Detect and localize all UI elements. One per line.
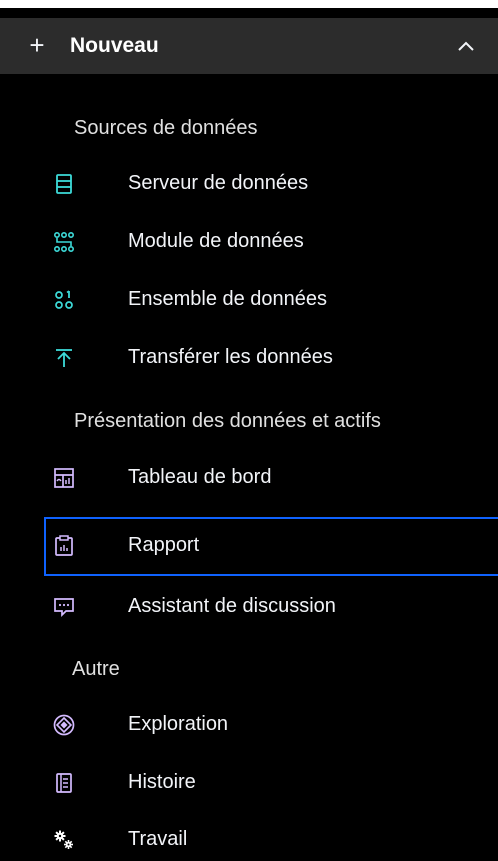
- section-heading-sources: Sources de données: [74, 117, 258, 139]
- menu-item-upload-data[interactable]: Transférer les données: [44, 329, 498, 387]
- upload-icon: [56, 349, 72, 367]
- menu-item-label: Ensemble de données: [128, 288, 328, 310]
- new-menu-title: Nouveau: [70, 34, 159, 57]
- menu-item-story[interactable]: Histoire: [44, 754, 498, 812]
- menu-item-data-module[interactable]: Module de données: [44, 213, 498, 271]
- exploration-icon: [53, 714, 75, 736]
- menu-item-label: Serveur de données: [128, 172, 309, 194]
- menu-item-dashboard[interactable]: Tableau de bord: [44, 449, 498, 507]
- menu-item-label: Histoire: [128, 771, 196, 793]
- plus-icon: +: [29, 30, 45, 60]
- story-icon: [56, 773, 72, 793]
- section-heading-other: Autre: [72, 658, 120, 680]
- dashboard-icon: [54, 468, 74, 488]
- new-menu-header[interactable]: + Nouveau: [0, 18, 498, 74]
- menu-item-report[interactable]: Rapport: [44, 517, 498, 576]
- menu-item-label: Exploration: [128, 713, 229, 735]
- menu-item-label: Rapport: [128, 534, 200, 556]
- menu-item-chat-assistant[interactable]: Assistant de discussion: [44, 578, 498, 636]
- new-menu-panel: + Nouveau Sources de données Serveur de …: [0, 8, 498, 861]
- dataset-icon: [55, 290, 73, 309]
- section-heading-presentation: Présentation des données et actifs: [74, 410, 381, 432]
- data-server-icon: [56, 174, 72, 194]
- report-icon: [55, 535, 73, 556]
- menu-item-dataset[interactable]: Ensemble de données: [44, 271, 498, 329]
- data-module-icon: [53, 231, 74, 252]
- menu-item-exploration[interactable]: Exploration: [44, 696, 498, 754]
- menu-item-label: Tableau de bord: [128, 466, 272, 488]
- chevron-up-icon[interactable]: [455, 35, 477, 57]
- menu-item-data-server[interactable]: Serveur de données: [44, 155, 498, 213]
- menu-item-label: Transférer les données: [128, 346, 333, 368]
- menu-item-job[interactable]: Travail: [44, 811, 498, 861]
- gears-icon: [54, 830, 73, 849]
- menu-item-label: Travail: [128, 828, 188, 850]
- menu-item-label: Assistant de discussion: [128, 595, 336, 617]
- menu-item-label: Module de données: [128, 230, 304, 252]
- chat-assistant-icon: [54, 598, 74, 618]
